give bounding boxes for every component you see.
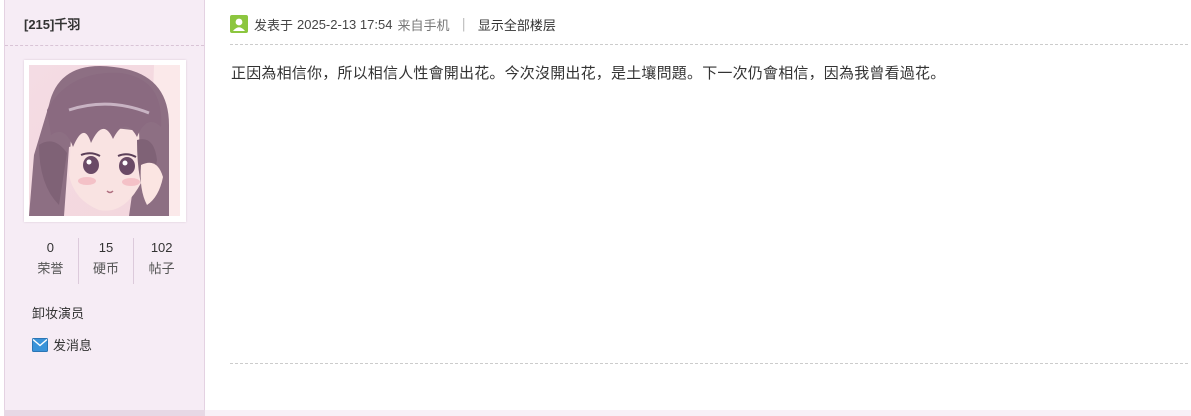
post-content: 正因為相信你，所以相信人性會開出花。今次沒開出花，是土壤問題。下一次仍會相信，因…: [231, 64, 946, 82]
stat-posts[interactable]: 102 帖子: [133, 238, 189, 284]
username-row: [215]千羽: [5, 0, 204, 46]
avatar-frame[interactable]: [24, 60, 186, 222]
post-footer-divider: [230, 363, 1188, 365]
from-mobile: 来自手机: [397, 18, 450, 34]
user-stats: 0 荣誉 15 硬币 102 帖子: [23, 238, 189, 284]
avatar[interactable]: [29, 65, 180, 216]
user-profile-sidebar: [215]千羽 0 荣誉 15 硬币 102 帖子 卸妆演员 发消息: [4, 0, 205, 410]
posted-time: 2025-2-13 17:54: [297, 16, 393, 32]
separator: |: [461, 16, 466, 32]
send-message-button[interactable]: 发消息: [32, 335, 92, 354]
username-link[interactable]: [215]千羽: [24, 14, 80, 33]
posted-prefix: 发表于: [254, 18, 294, 34]
mail-icon: [32, 337, 48, 352]
stat-honor[interactable]: 0 荣誉: [23, 238, 78, 284]
stat-value: 0: [46, 240, 54, 255]
sidebar-bottom-bar: [4, 410, 205, 416]
stat-label: 荣誉: [37, 262, 64, 277]
post-bottom-bar: [205, 410, 1191, 416]
post-meta: 发表于 2025-2-13 17:54 来自手机 | 显示全部楼层: [230, 12, 1188, 36]
send-message-label: 发消息: [53, 339, 93, 354]
post-header: 发表于 2025-2-13 17:54 来自手机 | 显示全部楼层: [230, 12, 1188, 45]
stat-value: 15: [98, 240, 114, 255]
stat-label: 帖子: [148, 262, 175, 277]
stat-value: 102: [150, 240, 173, 255]
user-group-title[interactable]: 卸妆演员: [32, 303, 84, 322]
show-all-floors-link[interactable]: 显示全部楼层: [478, 15, 556, 34]
stat-label: 硬币: [93, 262, 120, 277]
user-icon: [230, 15, 248, 33]
stat-coins[interactable]: 15 硬币: [77, 238, 134, 284]
